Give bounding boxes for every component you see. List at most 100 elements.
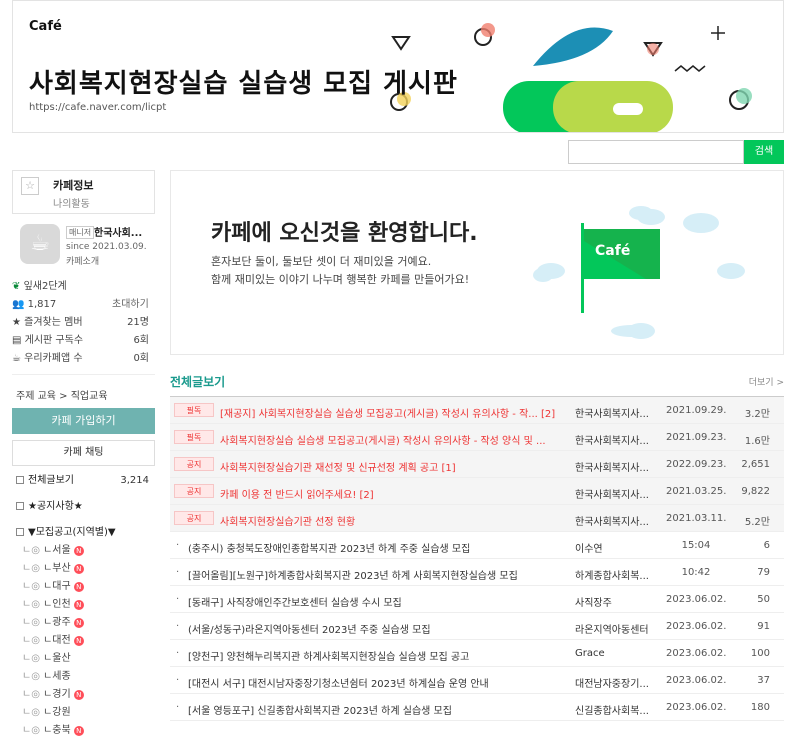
post-author[interactable]: 대전남자중장기... — [575, 675, 655, 690]
post-list-header: 전체글보기 더보기 > — [170, 371, 784, 397]
post-title[interactable]: [양천구] 양천해누리복지관 하계사회복지현장실습 실습생 모집 공고 — [188, 648, 568, 663]
welcome-line-1: 혼자보단 둘이, 둘보단 셋이 더 재미있을 거예요. — [211, 255, 432, 268]
post-list-title[interactable]: 전체글보기 — [170, 373, 225, 390]
post-title[interactable]: 사회복지현장실습 실습생 모집공고(게시글) 작성시 유의사항 - 작성 양식 … — [220, 432, 565, 447]
manager-name[interactable]: 한국사회... — [94, 224, 142, 239]
menu-notice[interactable]: ★공지사항★ — [12, 498, 155, 516]
invite-button[interactable]: 초대하기 — [112, 296, 149, 314]
menu-label: ㄴ울산 — [43, 653, 71, 664]
sidebar-item-region[interactable]: ㄴ◎ ㄴ서울 N — [12, 542, 155, 560]
sidebar-item-region[interactable]: ㄴ◎ ㄴ대구 N — [12, 578, 155, 596]
post-author[interactable]: 라온지역아동센터 — [575, 621, 655, 636]
tree-icon: ㄴ◎ — [22, 545, 44, 556]
tree-icon: ㄴ◎ — [22, 563, 44, 574]
post-title[interactable]: [끌어올림][노원구]하계종합사회복지관 2023년 하계 사회복지현장실습생 … — [188, 567, 568, 582]
table-row[interactable]: 공지 사회복지현장실습기관 선정 현황 한국사회복지사... 2021.03.11. 5… — [170, 505, 784, 532]
stat-label: 우리카페앱 수 — [24, 353, 83, 364]
table-row[interactable]: 필독 [재공지] 사회복지현장실습 실습생 모집공고(게시글) 작성시 유의사항 … — [170, 397, 784, 424]
post-title[interactable]: 카페 이용 전 반드시 읽어주세요! [2] — [220, 486, 565, 501]
tree-icon: ㄴ◎ — [22, 635, 44, 646]
post-title[interactable]: [재공지] 사회복지현장실습 실습생 모집공고(게시글) 작성시 유의사항 - … — [220, 405, 565, 420]
manager-badge: 매니저 — [66, 226, 95, 239]
post-author[interactable]: Grace — [575, 648, 655, 659]
post-title[interactable]: 사회복지현장실습기관 선정 현황 — [220, 513, 565, 528]
menu-all-posts[interactable]: 전체글보기 3,214 — [12, 472, 155, 490]
table-row[interactable]: · (충주시) 충청북도장애인종합복지관 2023년 하계 주중 실습생 모집 이수… — [170, 532, 784, 559]
table-row[interactable]: · [끌어올림][노원구]하계종합사회복지관 2023년 하계 사회복지현장실습생… — [170, 559, 784, 586]
tree-icon: ㄴ◎ — [22, 725, 44, 736]
post-author[interactable]: 이수연 — [575, 540, 655, 555]
sidebar-item-region[interactable]: ㄴ◎ ㄴ강원 — [12, 704, 155, 722]
tab-my-activity[interactable]: 나의활동 — [53, 195, 90, 210]
cafe-logo[interactable]: Café — [29, 19, 62, 34]
table-row[interactable]: 공지 카페 이용 전 반드시 읽어주세요! [2] 한국사회복지사... 2021.0… — [170, 478, 784, 505]
tab-cafe-info[interactable]: 카페정보 — [53, 177, 93, 193]
sidebar: ☆ 카페정보 나의활동 ☕ 매니저 한국사회... since 2021.03.… — [12, 170, 155, 740]
post-views: 180 — [750, 702, 770, 713]
board-icon — [16, 528, 24, 536]
cafe-title[interactable]: 사회복지현장실습 실습생 모집 게시판 — [29, 63, 458, 100]
menu-label: ㄴ경기 — [43, 689, 71, 700]
stat-value: 0회 — [133, 353, 149, 364]
more-link[interactable]: 더보기 > — [749, 375, 784, 388]
post-date: 2023.06.02. — [666, 675, 727, 686]
star-icon[interactable]: ☆ — [21, 177, 39, 195]
post-title[interactable]: [서울 영등포구] 신길종합사회복지관 2023년 하계 실습생 모집 — [188, 702, 568, 717]
post-views: 100 — [750, 648, 770, 659]
table-row[interactable]: · [대전시 서구] 대전시남자중장기청소년쉼터 2023년 하계실습 운영 안내… — [170, 667, 784, 694]
post-title[interactable]: [동래구] 사직장애인주간보호센터 실습생 수시 모집 — [188, 594, 568, 609]
post-views: 79 — [757, 567, 770, 578]
post-author[interactable]: 한국사회복지사... — [575, 486, 655, 501]
sidebar-item-region[interactable]: ㄴ◎ ㄴ대전 N — [12, 632, 155, 650]
post-author[interactable]: 한국사회복지사... — [575, 432, 655, 447]
post-title[interactable]: (충주시) 충청북도장애인종합복지관 2023년 하계 주중 실습생 모집 — [188, 540, 568, 555]
sidebar-item-region[interactable]: ㄴ◎ ㄴ울산 — [12, 650, 155, 668]
cafe-level: 잎새2단계 — [23, 281, 67, 292]
cafe-url[interactable]: https://cafe.naver.com/licpt — [29, 102, 166, 113]
post-author[interactable]: 하계종합사회복... — [575, 567, 655, 582]
cafe-intro-link[interactable]: 카페소개 — [66, 254, 99, 267]
member-count[interactable]: 1,817 — [28, 299, 57, 310]
sidebar-item-region[interactable]: ㄴ◎ ㄴ부산 N — [12, 560, 155, 578]
menu-label: ㄴ세종 — [43, 671, 71, 682]
table-row[interactable]: · [동래구] 사직장애인주간보호센터 실습생 수시 모집 사직장주 2023.06.… — [170, 586, 784, 613]
search-input[interactable] — [568, 140, 744, 164]
cafe-topic[interactable]: 주제 교육 > 직업교육 — [12, 374, 155, 404]
table-row[interactable]: · [양천구] 양천해누리복지관 하계사회복지현장실습 실습생 모집 공고 Grac… — [170, 640, 784, 667]
post-author[interactable]: 한국사회복지사... — [575, 513, 655, 528]
post-title[interactable]: (서울/성동구)라온지역아동센터 2023년 주중 실습생 모집 — [188, 621, 568, 636]
join-cafe-button[interactable]: 카페 가입하기 — [12, 408, 155, 434]
menu-label: ㄴ광주 — [43, 617, 71, 628]
main-content: Café 카페에 오신것을 환영합니다. 혼자보단 둘이, 둘보단 셋이 더 재… — [170, 170, 784, 721]
new-badge: N — [73, 564, 84, 574]
table-row[interactable]: 공지 사회복지현장실습기관 재선정 및 신규선정 계획 공고 [1] 한국사회복지사… — [170, 451, 784, 478]
menu-label: ㄴ부산 — [43, 563, 71, 574]
search-button[interactable]: 검색 — [744, 140, 784, 164]
bullet-icon: · — [176, 540, 180, 551]
sidebar-item-region[interactable]: ㄴ◎ ㄴ경기 N — [12, 686, 155, 704]
board-icon — [16, 502, 24, 510]
board-menu: 전체글보기 3,214 ★공지사항★ ▼모집공고(지역별)▼ ㄴ◎ ㄴ서울 N ㄴ◎ … — [12, 472, 155, 740]
post-author[interactable]: 사직장주 — [575, 594, 655, 609]
post-author[interactable]: 한국사회복지사... — [575, 459, 655, 474]
post-author[interactable]: 신길종합사회복... — [575, 702, 655, 717]
table-row[interactable]: 필독 사회복지현장실습 실습생 모집공고(게시글) 작성시 유의사항 - 작성 양… — [170, 424, 784, 451]
sidebar-item-region[interactable]: ㄴ◎ ㄴ광주 N — [12, 614, 155, 632]
menu-recruit[interactable]: ▼모집공고(지역별)▼ — [12, 524, 155, 542]
table-row[interactable]: · (서울/성동구)라온지역아동센터 2023년 주중 실습생 모집 라온지역아동센… — [170, 613, 784, 640]
cafe-profile: ☕ 매니저 한국사회... since 2021.03.09. 카페소개 — [12, 220, 155, 278]
sidebar-item-region[interactable]: ㄴ◎ ㄴ세종 — [12, 668, 155, 686]
post-date: 10:42 — [681, 567, 711, 578]
cafe-chat-button[interactable]: 카페 채팅 — [12, 440, 155, 466]
sidebar-item-region[interactable]: ㄴ◎ ㄴ충북 N — [12, 722, 155, 740]
sidebar-item-region[interactable]: ㄴ◎ ㄴ인천 N — [12, 596, 155, 614]
post-date: 2021.09.29. — [666, 405, 727, 416]
welcome-title: 카페에 오신것을 환영합니다. — [211, 221, 478, 246]
post-title[interactable]: 사회복지현장실습기관 재선정 및 신규선정 계획 공고 [1] — [220, 459, 565, 474]
menu-label: ㄴ서울 — [43, 545, 71, 556]
table-row[interactable]: · [서울 영등포구] 신길종합사회복지관 2023년 하계 실습생 모집 신길종합… — [170, 694, 784, 721]
post-author[interactable]: 한국사회복지사... — [575, 405, 655, 420]
stat-label: 게시판 구독수 — [24, 335, 84, 346]
post-title[interactable]: [대전시 서구] 대전시남자중장기청소년쉼터 2023년 하계실습 운영 안내 — [188, 675, 568, 690]
post-views: 3.2만 — [744, 409, 770, 420]
